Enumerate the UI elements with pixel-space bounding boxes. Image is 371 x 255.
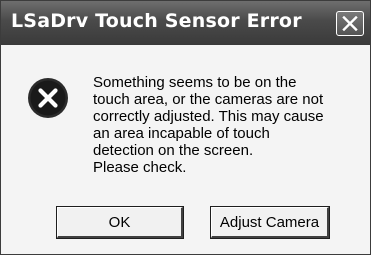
error-icon: [28, 78, 68, 118]
ok-button[interactable]: OK: [56, 206, 184, 239]
error-message: Something seems to be on the touch area,…: [93, 74, 324, 176]
title-bar[interactable]: LSaDrv Touch Sensor Error: [1, 1, 370, 45]
error-dialog: LSaDrv Touch Sensor Error Something seem…: [0, 0, 371, 255]
adjust-camera-button[interactable]: Adjust Camera: [210, 206, 330, 239]
window-title: LSaDrv Touch Sensor Error: [11, 10, 302, 32]
close-button[interactable]: [336, 11, 364, 36]
close-icon: [342, 16, 358, 31]
